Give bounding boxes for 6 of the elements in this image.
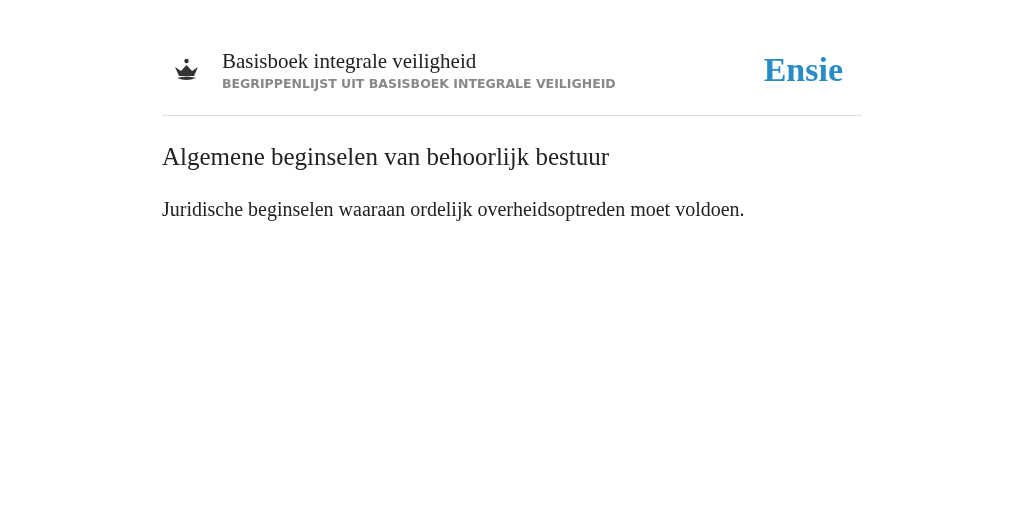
term-heading: Algemene beginselen van behoorlijk bestuur	[162, 142, 611, 172]
ensie-logo[interactable]: Ensie	[763, 44, 843, 95]
term-definition: Juridische beginselen waaraan ordelijk overheidsoptreden moet voldoen.	[162, 196, 746, 223]
crown-icon	[173, 57, 200, 82]
site-subtitle: BEGRIPPENLIJST UIT BASISBOEK INTEGRALE VEILIGHEID	[222, 74, 617, 93]
site-title: Basisboek integrale veiligheid	[222, 47, 478, 75]
